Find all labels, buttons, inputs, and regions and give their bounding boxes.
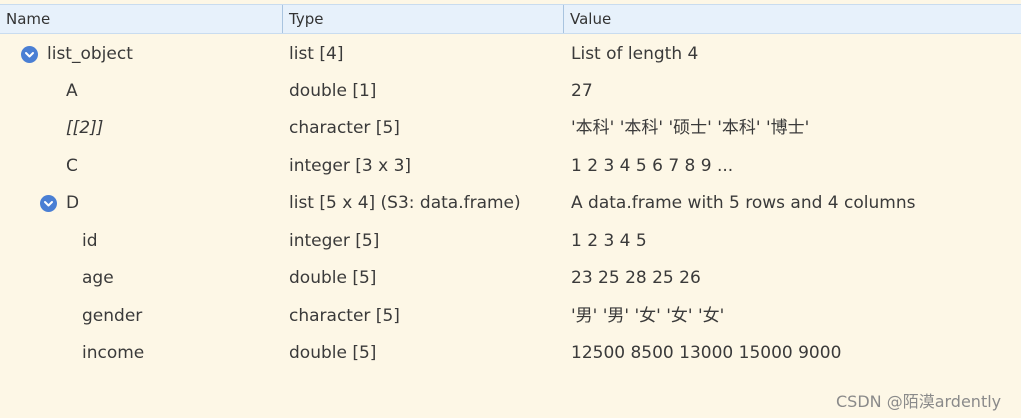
chevron-down-circle-icon[interactable]: [40, 195, 57, 212]
row-value: A data.frame with 5 rows and 4 columns: [571, 193, 916, 213]
column-header: Name Type Value: [0, 4, 1021, 34]
row-value: '男' '男' '女' '女' '女': [571, 306, 725, 326]
table-row-gender[interactable]: gender character [5] '男' '男' '女' '女' '女': [0, 298, 1021, 335]
table-row-income[interactable]: income double [5] 12500 8500 13000 15000…: [0, 335, 1021, 372]
table-row-age[interactable]: age double [5] 23 25 28 25 26: [0, 260, 1021, 297]
row-name: age: [82, 268, 114, 288]
row-name: id: [82, 231, 98, 251]
column-name-header[interactable]: Name: [0, 5, 282, 33]
row-value: 27: [571, 81, 593, 101]
table-row-list-object[interactable]: list_object list [4] List of length 4: [0, 36, 1021, 73]
row-type: integer [3 x 3]: [289, 156, 412, 176]
row-name: list_object: [47, 44, 133, 64]
table-row-d[interactable]: D list [5 x 4] (S3: data.frame) A data.f…: [0, 185, 1021, 222]
row-type: list [4]: [289, 44, 344, 64]
row-value: '本科' '本科' '硕士' '本科' '博士': [571, 118, 810, 138]
table-row-a[interactable]: A double [1] 27: [0, 73, 1021, 110]
row-type: character [5]: [289, 118, 400, 138]
row-type: double [1]: [289, 81, 377, 101]
row-name: gender: [82, 306, 143, 326]
environment-viewer: Name Type Value list_object list [4] Lis…: [0, 0, 1021, 418]
row-value: 1 2 3 4 5: [571, 231, 647, 251]
row-value: List of length 4: [571, 44, 699, 64]
row-type: character [5]: [289, 306, 400, 326]
row-name: [[2]]: [66, 118, 104, 138]
row-name: D: [66, 193, 80, 213]
chevron-down-circle-icon[interactable]: [21, 46, 38, 63]
table-row-id[interactable]: id integer [5] 1 2 3 4 5: [0, 223, 1021, 260]
watermark: CSDN @陌漠ardently: [836, 392, 1002, 411]
row-value: 1 2 3 4 5 6 7 8 9 ...: [571, 156, 734, 176]
row-name: C: [66, 156, 78, 176]
row-type: double [5]: [289, 268, 377, 288]
row-type: integer [5]: [289, 231, 380, 251]
row-type: double [5]: [289, 343, 377, 363]
column-type-header[interactable]: Type: [282, 5, 563, 33]
table-row-c[interactable]: C integer [3 x 3] 1 2 3 4 5 6 7 8 9 ...: [0, 148, 1021, 185]
column-value-header[interactable]: Value: [563, 5, 1021, 33]
row-name: A: [66, 81, 78, 101]
row-name: income: [82, 343, 145, 363]
row-value: 12500 8500 13000 15000 9000: [571, 343, 842, 363]
table-row-2[interactable]: [[2]] character [5] '本科' '本科' '硕士' '本科' …: [0, 110, 1021, 147]
row-value: 23 25 28 25 26: [571, 268, 701, 288]
row-type: list [5 x 4] (S3: data.frame): [289, 193, 521, 213]
